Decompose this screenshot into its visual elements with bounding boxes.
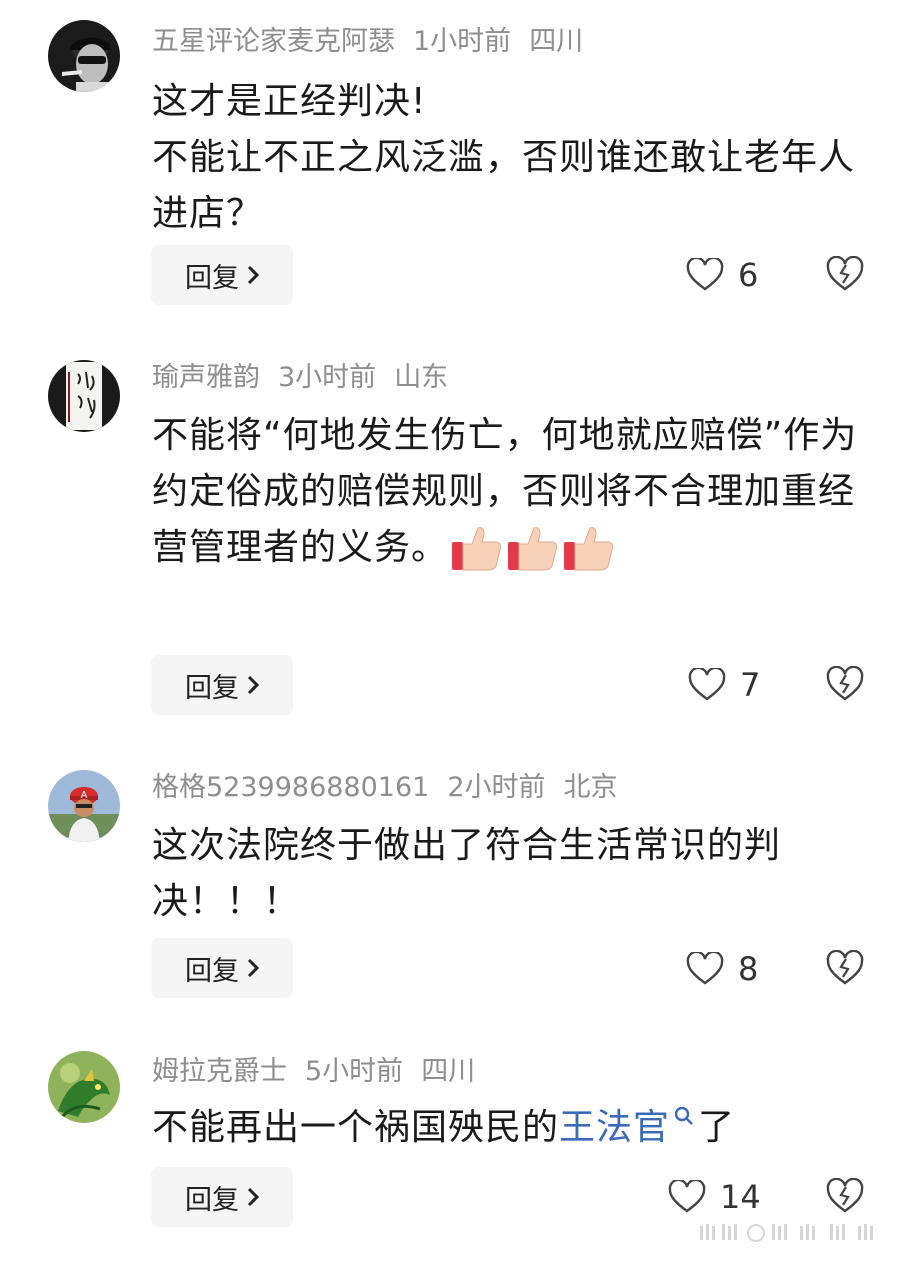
avatar[interactable]	[48, 1051, 120, 1123]
comment-meta: 瑜声雅韵 3小时前 山东	[152, 360, 466, 396]
reply-button[interactable]: 回复	[151, 938, 293, 998]
location: 四川	[529, 26, 584, 57]
avatar-calligraphy-icon	[48, 360, 120, 432]
location: 北京	[563, 772, 618, 803]
avatar[interactable]: A	[48, 770, 120, 842]
reply-button[interactable]: 回复	[151, 245, 293, 305]
heart-outline-icon	[688, 668, 726, 701]
like-button[interactable]: 8	[686, 950, 758, 988]
comment-text: 不能再出一个祸国殃民的王法官了	[152, 1100, 872, 1156]
search-icon[interactable]	[670, 1100, 698, 1136]
timestamp: 2小时前	[447, 772, 546, 803]
comment-body: 不能再出一个祸国殃民的	[152, 1107, 560, 1148]
reply-label: 回复	[185, 672, 239, 704]
chevron-right-icon	[247, 265, 259, 285]
heart-outline-icon	[668, 1180, 706, 1213]
comment-text: 这才是正经判决! 不能让不正之风泛滥，否则谁还敢让老年人进店？	[152, 74, 872, 242]
comment-meta: 格格5239986880161 2小时前 北京	[152, 770, 636, 806]
timestamp: 1小时前	[413, 26, 512, 57]
thumbs-up-emoji-icon	[508, 527, 558, 571]
like-button[interactable]: 14	[668, 1178, 761, 1216]
thumbs-up-emoji-icon	[452, 527, 502, 571]
comment-text: 这次法院终于做出了符合生活常识的判决！！！	[152, 818, 872, 930]
thumbs-up-emoji-icon	[564, 527, 614, 571]
comment-line: 这才是正经判决!	[152, 81, 427, 122]
reply-label: 回复	[185, 955, 239, 987]
avatar-person-red-cap-icon: A	[48, 770, 120, 842]
avatar-green-dragon-icon	[48, 1051, 120, 1123]
comment-meta: 五星评论家麦克阿瑟 1小时前 四川	[152, 24, 601, 60]
like-count: 6	[738, 256, 759, 294]
like-count: 8	[738, 950, 759, 988]
search-link[interactable]: 王法官	[559, 1107, 670, 1148]
like-button[interactable]: 7	[688, 666, 760, 704]
comment-body: 这次法院终于做出了符合生活常识的判决！！！	[152, 825, 782, 922]
watermark-icon	[700, 1224, 873, 1242]
broken-heart-icon	[826, 665, 864, 701]
comment-body-end: 了	[698, 1107, 736, 1148]
dislike-button[interactable]	[826, 949, 864, 986]
avatar[interactable]	[48, 360, 120, 432]
location: 四川	[421, 1056, 476, 1087]
avatar-man-sunglasses-pipe-icon	[48, 20, 120, 92]
dislike-button[interactable]	[826, 1177, 864, 1214]
chevron-right-icon	[247, 1187, 259, 1207]
like-count: 14	[720, 1178, 761, 1216]
like-button[interactable]: 6	[686, 256, 758, 294]
reply-label: 回复	[185, 262, 239, 294]
like-count: 7	[740, 666, 761, 704]
broken-heart-icon	[826, 255, 864, 291]
timestamp: 3小时前	[278, 362, 377, 393]
username[interactable]: 姆拉克爵士	[152, 1056, 287, 1087]
reply-button[interactable]: 回复	[151, 1167, 293, 1227]
comment-meta: 姆拉克爵士 5小时前 四川	[152, 1054, 493, 1090]
heart-outline-icon	[686, 258, 724, 291]
dislike-button[interactable]	[826, 255, 864, 292]
broken-heart-icon	[826, 949, 864, 985]
reply-button[interactable]: 回复	[151, 655, 293, 715]
broken-heart-icon	[826, 1177, 864, 1213]
chevron-right-icon	[247, 958, 259, 978]
heart-outline-icon	[686, 952, 724, 985]
avatar[interactable]	[48, 20, 120, 92]
reply-label: 回复	[185, 1184, 239, 1216]
username[interactable]: 格格5239986880161	[152, 772, 429, 803]
username[interactable]: 五星评论家麦克阿瑟	[152, 26, 395, 57]
location: 山东	[394, 362, 449, 393]
comment-text: 不能将“何地发生伤亡，何地就应赔偿”作为约定俗成的赔偿规则，否则将不合理加重经营…	[152, 408, 872, 576]
comment-line: 不能让不正之风泛滥，否则谁还敢让老年人进店？	[152, 137, 856, 234]
username[interactable]: 瑜声雅韵	[152, 362, 260, 393]
timestamp: 5小时前	[305, 1056, 404, 1087]
chevron-right-icon	[247, 675, 259, 695]
dislike-button[interactable]	[826, 665, 864, 702]
